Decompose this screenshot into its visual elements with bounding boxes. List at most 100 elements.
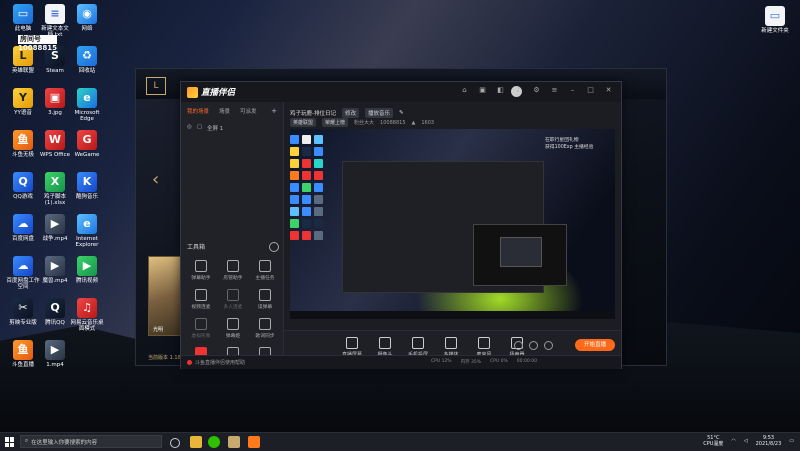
weather-widget[interactable]: 51°C CPU温度 <box>703 435 723 447</box>
desktop-icon[interactable]: W WPS Office <box>38 130 72 158</box>
taskbar-search-input[interactable]: ⌕ 在这里输入你要搜索的内容 <box>20 435 162 448</box>
desktop-icon-image: 鱼 <box>13 130 33 150</box>
start-button-icon[interactable] <box>5 437 15 447</box>
tool-item[interactable]: 视频连麦 <box>185 289 217 310</box>
status-help-text[interactable]: 斗鱼直播伴侣使用帮助 <box>195 359 245 366</box>
scene-item[interactable]: ◎ ▢ 全屏 1 <box>187 124 223 132</box>
source-button-icon <box>379 337 391 349</box>
tab-scenes[interactable]: 场景 <box>219 107 230 115</box>
tool-item[interactable]: 主播任务 <box>249 260 281 281</box>
desktop-icon[interactable]: ▶ 腾讯视频 <box>70 256 104 284</box>
desktop-icon[interactable]: Y YY语音 <box>6 88 40 116</box>
video-icon[interactable] <box>514 341 523 350</box>
maximize-icon[interactable]: □ <box>586 86 595 95</box>
preview-text-line-1: 在职行星团礼物 <box>545 138 579 143</box>
gift-icon[interactable]: ▣ <box>478 86 487 95</box>
volume-icon[interactable]: ◁ <box>744 438 748 444</box>
eye-icon[interactable] <box>529 341 538 350</box>
desktop-icon[interactable]: ▶ 魔兽.mp4 <box>38 256 72 284</box>
tool-item[interactable]: 读弹幕 <box>249 289 281 310</box>
desktop-icon[interactable]: ▭ 此电脑 <box>6 4 40 32</box>
minimize-icon[interactable]: – <box>568 86 577 95</box>
desktop-icon-image: ▭ <box>13 4 33 24</box>
notification-icon[interactable]: ▭ <box>789 438 794 444</box>
desktop-icon[interactable]: ▶ 1.mp4 <box>38 340 72 368</box>
desktop-icon[interactable]: X 鸡子脚本(1).xlsx <box>38 172 72 206</box>
window-controls: ⌂ ▣ ◧ ♪ ⚙ ≡ – □ ✕ <box>460 86 613 95</box>
tag-game[interactable]: 英雄联盟 <box>290 118 317 127</box>
streaming-app-window[interactable]: 直播伴侣 ⌂ ▣ ◧ ♪ ⚙ ≡ – □ ✕ 我的场景 场景 可派发 + ◎ ▢… <box>180 81 622 369</box>
tool-item[interactable]: 虚拟形象 <box>185 318 217 339</box>
lol-taskbar-icon[interactable] <box>228 436 240 448</box>
shirt-icon[interactable]: ⌂ <box>460 86 469 95</box>
tab-dispatch[interactable]: 可派发 <box>240 107 257 115</box>
add-scene-icon[interactable]: + <box>271 107 277 115</box>
tool-item[interactable]: 多人连麦 <box>217 289 249 310</box>
tool-label: 弹幕姬 <box>225 334 241 339</box>
quick-icons <box>514 341 553 350</box>
desktop-icon[interactable]: ♻ 回收站 <box>70 46 104 74</box>
tool-item[interactable]: 房管助手 <box>217 260 249 281</box>
tool-item[interactable]: 歌词同步 <box>249 318 281 339</box>
desktop-icon[interactable]: K 酷狗音乐 <box>70 172 104 200</box>
tool-label: 弹幕助手 <box>191 276 211 281</box>
preview-nested-window <box>342 161 567 293</box>
desktop-icon[interactable]: ▭ 新建文件夹 <box>758 6 792 34</box>
desktop-icon[interactable]: ◉ 网络 <box>70 4 104 32</box>
start-live-button[interactable]: 开始直播 <box>575 339 615 351</box>
desktop-icon[interactable]: Q QQ游戏 <box>6 172 40 200</box>
desktop-icon[interactable]: e Internet Explorer <box>70 214 104 248</box>
wechat-icon[interactable] <box>208 436 220 448</box>
eye-icon[interactable]: ◎ <box>187 124 192 132</box>
desktop-icon[interactable]: e Microsoft Edge <box>70 88 104 122</box>
desktop-icon[interactable]: ♫ 网易云音乐桌面模式 <box>70 298 104 332</box>
douyu-taskbar-icon[interactable] <box>248 436 260 448</box>
desktop-icon-label: 网易云音乐桌面模式 <box>70 320 104 332</box>
bag-icon[interactable]: ◧ <box>496 86 505 95</box>
settings-icon[interactable]: ⚙ <box>532 86 541 95</box>
preview-icon <box>302 171 311 180</box>
tool-item[interactable]: 弹幕助手 <box>185 260 217 281</box>
stream-preview[interactable]: 在职行星团礼物 获得100Exp 主播经验 <box>290 129 615 319</box>
edit-title-button[interactable]: 修改 <box>342 108 360 118</box>
desktop-icon[interactable]: ☁ 百度网盘 <box>6 214 40 242</box>
desktop-icon[interactable]: Q 腾讯QQ <box>38 298 72 326</box>
desktop-icon-label: 鸡子脚本(1).xlsx <box>43 194 66 206</box>
category-selector[interactable]: 播放音乐 <box>365 108 394 118</box>
tool-item[interactable]: 弹幕姬 <box>217 318 249 339</box>
weather-sub: CPU温度 <box>703 441 724 447</box>
tool-icon <box>227 318 239 330</box>
clock[interactable]: 9:53 2021/8/23 <box>756 435 782 447</box>
task-view-icon[interactable] <box>170 438 180 448</box>
explorer-icon[interactable] <box>190 436 202 448</box>
lock-icon[interactable]: ▢ <box>197 124 202 132</box>
desktop-icon[interactable]: ☁ 百度网盘工作空间 <box>6 256 40 290</box>
edit-icon[interactable]: ✎ <box>399 110 404 116</box>
desktop-icon[interactable]: ✂ 剪映专业版 <box>6 298 40 326</box>
fans-label: 粉丝大大 <box>354 120 375 126</box>
desktop-icon[interactable]: ≡新建文本文档.txt <box>38 4 72 38</box>
preview-icon <box>302 207 311 216</box>
tool-icon <box>259 289 271 301</box>
network-icon[interactable]: ◠ <box>731 438 735 444</box>
tab-my-scenes[interactable]: 我的场景 <box>187 107 209 115</box>
stat-gpu: CPU 0% <box>490 359 508 364</box>
chevron-left-icon[interactable]: ‹ <box>152 169 159 190</box>
desktop-icon[interactable]: ▶ 战争.mp4 <box>38 214 72 242</box>
desktop-icon[interactable]: ▣ 3.jpg <box>38 88 72 116</box>
menu-icon[interactable]: ≡ <box>550 86 559 95</box>
tools-settings-icon[interactable] <box>269 242 279 252</box>
desktop-icon-image: Y <box>13 88 33 108</box>
bell-icon[interactable]: ♪ <box>514 86 523 95</box>
tag-rank[interactable]: 荣耀上榜 <box>322 118 349 127</box>
source-button-icon <box>412 337 424 349</box>
desktop-icon[interactable]: 鱼斗鱼直播 <box>6 340 40 368</box>
close-icon[interactable]: ✕ <box>604 86 613 95</box>
tool-icon <box>259 318 271 330</box>
scene-item-label: 全屏 1 <box>207 126 224 132</box>
preview-icon <box>290 147 299 156</box>
desktop-icon[interactable]: G WeGame <box>70 130 104 158</box>
gear-icon[interactable] <box>544 341 553 350</box>
desktop-icon[interactable]: 鱼斗鱼无极 <box>6 130 40 158</box>
tool-label: 虚拟形象 <box>191 334 211 339</box>
